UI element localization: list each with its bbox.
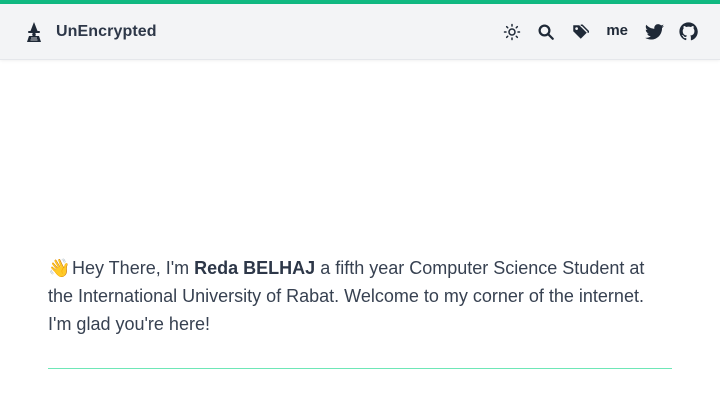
site-title: UnEncrypted [56, 22, 157, 40]
wizard-icon [24, 21, 44, 43]
navbar: UnEncrypted me [0, 4, 720, 60]
nav-actions: me [502, 22, 698, 42]
waving-hand-icon: 👋 [48, 258, 71, 278]
github-icon[interactable] [678, 22, 698, 42]
brand-link[interactable]: UnEncrypted [24, 21, 157, 43]
about-me-link[interactable]: me [606, 22, 628, 39]
tags-icon[interactable] [570, 22, 590, 42]
section-divider [48, 368, 672, 369]
search-icon[interactable] [536, 22, 556, 42]
intro-paragraph: 👋Hey There, I'm Reda BELHAJ a fifth year… [48, 254, 672, 338]
twitter-icon[interactable] [644, 22, 664, 42]
author-name: Reda BELHAJ [194, 258, 316, 278]
intro-greeting: Hey There, I'm [72, 258, 195, 278]
sun-icon[interactable] [502, 22, 522, 42]
